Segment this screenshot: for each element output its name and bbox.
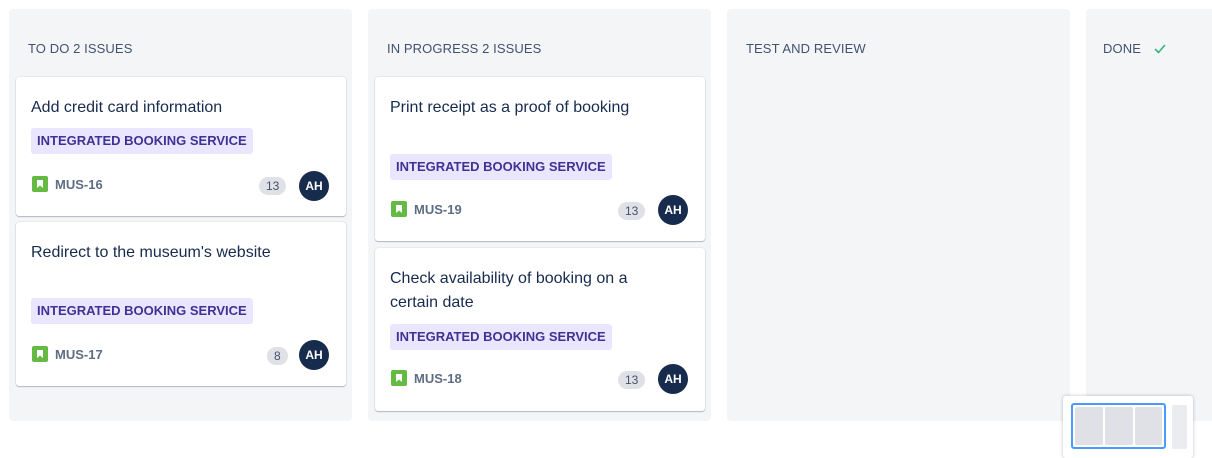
issue-key-group: MUS-17 bbox=[32, 346, 103, 362]
story-points-badge: 13 bbox=[259, 177, 287, 195]
board-column-done: DONE bbox=[1086, 9, 1212, 421]
minimap-column bbox=[1172, 405, 1187, 449]
board-column-in-progress: IN PROGRESS 2 ISSUES Print receipt as a … bbox=[368, 9, 711, 421]
story-bookmark-icon bbox=[391, 370, 407, 386]
minimap-column bbox=[1075, 407, 1103, 445]
story-bookmark-icon bbox=[32, 176, 48, 192]
assignee-avatar[interactable]: AH bbox=[658, 195, 688, 225]
issue-summary: Print receipt as a proof of booking bbox=[390, 99, 630, 116]
column-header: IN PROGRESS 2 ISSUES bbox=[387, 41, 541, 56]
story-points-badge: 8 bbox=[267, 347, 288, 365]
issue-summary: Redirect to the museum's website bbox=[31, 244, 271, 261]
assignee-avatar[interactable]: AH bbox=[658, 364, 688, 394]
column-title: TO DO 2 ISSUES bbox=[28, 41, 133, 56]
minimap-column bbox=[1135, 407, 1162, 445]
issue-key[interactable]: MUS-19 bbox=[414, 202, 462, 217]
epic-label[interactable]: INTEGRATED BOOKING SERVICE bbox=[31, 298, 253, 324]
story-points-badge: 13 bbox=[618, 371, 646, 389]
issue-summary: Add credit card information bbox=[31, 99, 223, 116]
issue-key[interactable]: MUS-18 bbox=[414, 371, 462, 386]
issue-summary: Check availability of booking on a certa… bbox=[390, 270, 628, 311]
story-points-badge: 13 bbox=[618, 202, 646, 220]
issue-key-group: MUS-16 bbox=[32, 176, 103, 192]
column-header: DONE bbox=[1103, 41, 1166, 56]
issue-key[interactable]: MUS-16 bbox=[55, 177, 103, 192]
board-column-todo: TO DO 2 ISSUES Add credit card informati… bbox=[9, 9, 352, 421]
epic-label[interactable]: INTEGRATED BOOKING SERVICE bbox=[390, 154, 612, 180]
board-column-test-and-review: TEST AND REVIEW bbox=[727, 9, 1070, 421]
issue-card[interactable]: Add credit card information INTEGRATED B… bbox=[16, 77, 346, 216]
minimap-column bbox=[1105, 407, 1133, 445]
issue-key[interactable]: MUS-17 bbox=[55, 347, 103, 362]
column-title: IN PROGRESS 2 ISSUES bbox=[387, 41, 542, 56]
column-header: TEST AND REVIEW bbox=[746, 41, 866, 56]
minimap-viewport[interactable] bbox=[1071, 403, 1166, 449]
column-header: TO DO 2 ISSUES bbox=[28, 41, 132, 56]
issue-card[interactable]: Print receipt as a proof of booking INTE… bbox=[375, 77, 705, 241]
assignee-avatar[interactable]: AH bbox=[299, 340, 329, 370]
assignee-avatar[interactable]: AH bbox=[299, 171, 329, 201]
story-bookmark-icon bbox=[391, 201, 407, 217]
issue-key-group: MUS-19 bbox=[391, 201, 462, 217]
issue-card[interactable]: Check availability of booking on a certa… bbox=[375, 248, 705, 411]
column-title: DONE bbox=[1103, 41, 1141, 56]
column-title: TEST AND REVIEW bbox=[746, 41, 866, 56]
epic-label[interactable]: INTEGRATED BOOKING SERVICE bbox=[390, 324, 612, 350]
board-minimap[interactable] bbox=[1063, 396, 1193, 458]
issue-key-group: MUS-18 bbox=[391, 370, 462, 386]
story-bookmark-icon bbox=[32, 346, 48, 362]
epic-label[interactable]: INTEGRATED BOOKING SERVICE bbox=[31, 128, 253, 154]
issue-card[interactable]: Redirect to the museum's website INTEGRA… bbox=[16, 222, 346, 386]
checkmark-icon bbox=[1154, 44, 1166, 53]
